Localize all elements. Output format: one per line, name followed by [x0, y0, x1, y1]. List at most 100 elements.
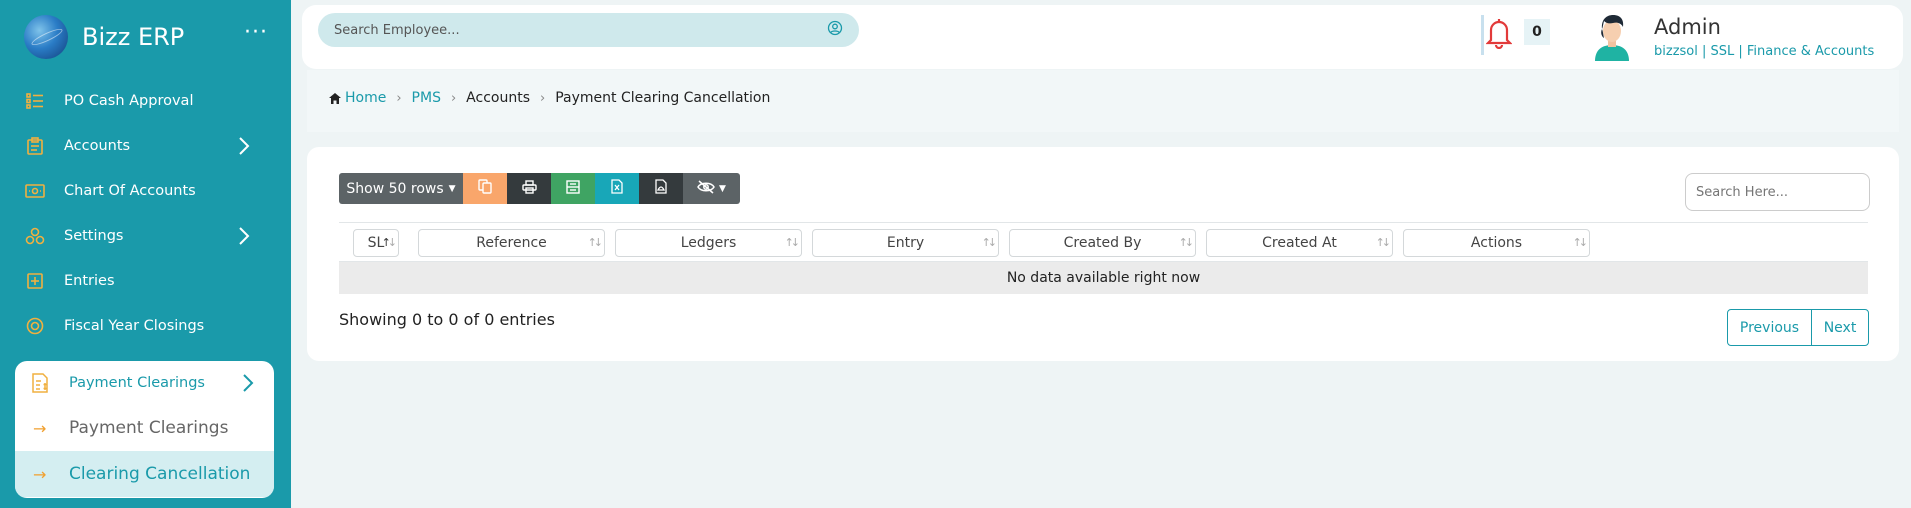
caret-down-icon: ▼	[448, 183, 456, 194]
table-card: Show 50 rows ▼ ▼ Search Here... SL ↑↓ Re…	[307, 147, 1899, 361]
bell-icon	[1484, 17, 1513, 53]
column-label: Created By	[1063, 235, 1142, 251]
arrow-right-icon: →	[33, 418, 47, 438]
table-toolbar: Show 50 rows ▼ ▼	[339, 173, 740, 204]
empty-table-message: No data available right now	[339, 262, 1868, 294]
arrow-right-icon: →	[33, 464, 47, 484]
sort-icon: ↑↓	[1375, 236, 1392, 249]
copy-icon	[478, 179, 492, 198]
column-header-ledgers[interactable]: Ledgers ↑↓	[615, 229, 802, 257]
breadcrumb-separator: ›	[540, 90, 546, 106]
sidebar-item-entries[interactable]: Entries	[24, 261, 264, 301]
eye-slash-icon	[697, 179, 715, 198]
cog-group-icon	[24, 225, 46, 247]
submenu-item-label: Payment Clearings	[69, 418, 229, 438]
pdf-button[interactable]	[639, 173, 683, 204]
pdf-icon	[655, 179, 667, 198]
notification-count: 0	[1524, 19, 1550, 45]
sidebar-item-payment-clearings[interactable]: Payment Clearings	[15, 361, 274, 405]
breadcrumb-home[interactable]: Home	[345, 90, 386, 106]
brand-logo	[24, 15, 68, 59]
employee-search-input[interactable]: Search Employee...	[318, 13, 859, 47]
csv-button[interactable]	[551, 173, 595, 204]
breadcrumb-accounts: Accounts	[466, 90, 530, 106]
user-meta: bizzsol | SSL | Finance & Accounts	[1654, 44, 1875, 59]
brand[interactable]: Bizz ERP	[24, 14, 184, 60]
previous-page-button[interactable]: Previous	[1728, 310, 1812, 345]
excel-icon	[611, 179, 623, 198]
employee-search-placeholder: Search Employee...	[334, 22, 460, 38]
plus-box-icon	[24, 270, 46, 292]
copy-button[interactable]	[463, 173, 507, 204]
column-label: Ledgers	[680, 235, 737, 251]
show-rows-label: Show 50 rows	[346, 180, 444, 197]
sort-icon: ↑↓	[1178, 236, 1195, 249]
chevron-right-icon	[238, 226, 250, 250]
submenu-item-label: Clearing Cancellation	[69, 464, 251, 484]
sidebar-item-label: Chart Of Accounts	[64, 183, 196, 199]
money-icon	[24, 180, 46, 202]
home-icon	[329, 92, 341, 104]
user-circle-icon[interactable]	[827, 20, 843, 40]
excel-button[interactable]	[595, 173, 639, 204]
sidebar-item-chart-of-accounts[interactable]: Chart Of Accounts	[24, 171, 264, 211]
sort-icon: ↑↓	[1572, 236, 1589, 249]
sort-icon: ↑↓	[784, 236, 801, 249]
notification-button[interactable]	[1481, 15, 1513, 55]
show-rows-button[interactable]: Show 50 rows ▼	[339, 173, 463, 204]
breadcrumb: Home › PMS › Accounts › Payment Clearing…	[329, 90, 770, 106]
coin-icon	[24, 315, 46, 337]
sidebar-item-label: Entries	[64, 273, 115, 289]
breadcrumb-pms[interactable]: PMS	[412, 90, 441, 106]
sidebar-item-label: Fiscal Year Closings	[64, 318, 205, 334]
column-label: Created At	[1262, 235, 1337, 251]
table-info: Showing 0 to 0 of 0 entries	[339, 310, 555, 329]
column-label: Entry	[886, 235, 925, 251]
submenu-item-clearing-cancellation[interactable]: → Clearing Cancellation	[15, 451, 274, 497]
breadcrumb-separator: ›	[396, 90, 402, 106]
column-visibility-button[interactable]: ▼	[683, 173, 740, 204]
user-name[interactable]: Admin	[1654, 15, 1721, 39]
sidebar-item-label: Settings	[64, 228, 124, 244]
next-page-button[interactable]: Next	[1812, 310, 1868, 345]
more-dots-icon[interactable]: ···	[244, 22, 268, 44]
breadcrumb-bar: Home › PMS › Accounts › Payment Clearing…	[307, 70, 1899, 132]
column-header-created-at[interactable]: Created At ↑↓	[1206, 229, 1393, 257]
sort-icon: ↑↓	[981, 236, 998, 249]
column-header-actions[interactable]: Actions ↑↓	[1403, 229, 1590, 257]
list-icon	[24, 90, 46, 112]
avatar[interactable]	[1591, 13, 1633, 61]
sidebar-item-label: PO Cash Approval	[64, 93, 194, 109]
column-header-reference[interactable]: Reference ↑↓	[418, 229, 605, 257]
breadcrumb-separator: ›	[450, 90, 457, 106]
chevron-right-icon	[242, 373, 254, 397]
chevron-right-icon	[238, 136, 250, 160]
column-header-created-by[interactable]: Created By ↑↓	[1009, 229, 1196, 257]
sidebar: Bizz ERP ··· PO Cash Approval Accounts C…	[0, 0, 291, 508]
breadcrumb-current: Payment Clearing Cancellation	[555, 90, 771, 106]
caret-down-icon: ▼	[719, 183, 726, 194]
sort-icon: ↑↓	[587, 236, 604, 249]
sidebar-item-label: Accounts	[64, 138, 131, 154]
column-header-sl[interactable]: SL ↑↓	[353, 229, 399, 257]
table-search-input[interactable]	[1685, 173, 1870, 211]
print-button[interactable]	[507, 173, 551, 204]
csv-icon	[566, 179, 580, 198]
sidebar-item-po-cash-approval[interactable]: PO Cash Approval	[24, 81, 264, 121]
pagination: Previous Next	[1727, 309, 1869, 346]
column-header-entry[interactable]: Entry ↑↓	[812, 229, 999, 257]
submenu-head-label: Payment Clearings	[69, 375, 205, 391]
table-header: SL ↑↓ Reference ↑↓ Ledgers ↑↓ Entry ↑↓ C…	[339, 222, 1868, 262]
clipboard-icon	[24, 135, 46, 157]
column-label: Reference	[476, 235, 547, 251]
column-label: Actions	[1470, 235, 1523, 251]
submenu-item-payment-clearings[interactable]: → Payment Clearings	[15, 405, 274, 451]
submenu-payment-clearings: Payment Clearings → Payment Clearings → …	[15, 361, 274, 498]
brand-name: Bizz ERP	[82, 23, 185, 51]
topbar: Search Employee... 0 Admin bizzsol | SSL…	[302, 5, 1903, 69]
sidebar-item-accounts[interactable]: Accounts	[24, 126, 264, 166]
print-icon	[521, 179, 537, 198]
sort-icon: ↑↓	[381, 236, 398, 249]
sidebar-item-settings[interactable]: Settings	[24, 216, 264, 256]
sidebar-item-fiscal-year-closings[interactable]: Fiscal Year Closings	[24, 306, 264, 346]
